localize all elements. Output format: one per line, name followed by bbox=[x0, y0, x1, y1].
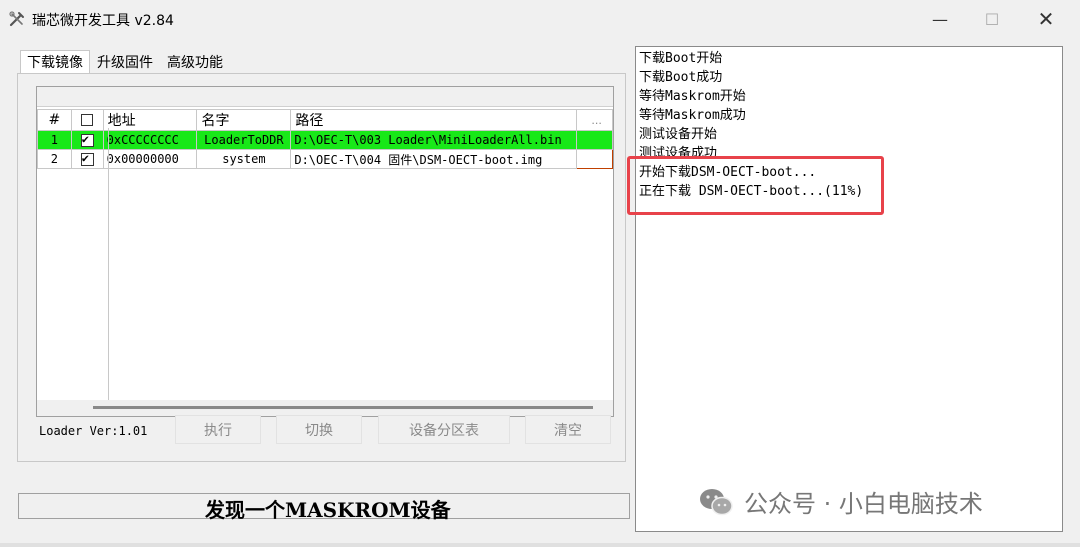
log-line: 测试设备开始 bbox=[639, 127, 718, 142]
execute-button[interactable]: 执行 bbox=[175, 415, 261, 444]
col-header-address[interactable]: 地址 bbox=[102, 109, 198, 131]
watermark-text: 公众号 · 小白电脑技术 bbox=[744, 490, 983, 518]
loader-version: Loader Ver:1.01 bbox=[39, 424, 148, 438]
tab-download-image[interactable]: 下载镜像 bbox=[20, 50, 90, 74]
row-address[interactable]: 0xCCCCCCCC bbox=[102, 130, 198, 150]
highlight-box bbox=[627, 156, 884, 215]
col-header-path[interactable]: 路径 bbox=[290, 109, 578, 131]
image-table: # 地址 名字 路径 ... 1 0xCCCCCCCC LoaderToDDR … bbox=[36, 86, 614, 417]
tools-icon bbox=[8, 10, 26, 28]
row-address[interactable]: 0x00000000 bbox=[102, 149, 198, 169]
col-header-num[interactable]: # bbox=[37, 109, 72, 131]
log-line: 下载Boot开始 bbox=[639, 51, 723, 66]
switch-button[interactable]: 切换 bbox=[276, 415, 362, 444]
tab-upgrade-firmware[interactable]: 升级固件 bbox=[90, 50, 160, 74]
partition-table-button[interactable]: 设备分区表 bbox=[378, 415, 510, 444]
row-num: 1 bbox=[37, 130, 72, 150]
row-checkbox[interactable] bbox=[80, 151, 94, 166]
device-status: 发现一个MASKROM设备 bbox=[205, 498, 451, 522]
col-header-check[interactable] bbox=[70, 109, 104, 131]
close-button[interactable]: ✕ bbox=[1024, 6, 1068, 32]
row-path[interactable]: D:\OEC-T\003 Loader\MiniLoaderAll.bin bbox=[290, 130, 578, 150]
tab-bar: 下载镜像 升级固件 高级功能 bbox=[20, 50, 230, 74]
window-title: 瑞芯微开发工具 v2.84 bbox=[32, 13, 174, 29]
log-line: 下载Boot成功 bbox=[639, 70, 723, 85]
select-all-checkbox[interactable] bbox=[81, 114, 94, 126]
log-line: 等待Maskrom开始 bbox=[639, 89, 746, 104]
title-bar: 瑞芯微开发工具 v2.84 — ☐ ✕ bbox=[0, 0, 1080, 38]
table-header-row: # 地址 名字 路径 ... bbox=[37, 109, 613, 131]
wechat-icon bbox=[698, 487, 734, 517]
row-checkbox[interactable] bbox=[80, 132, 94, 147]
col-header-more[interactable]: ... bbox=[576, 109, 613, 131]
row-browse-cell[interactable] bbox=[576, 149, 613, 169]
minimize-button[interactable]: — bbox=[918, 6, 962, 32]
watermark: 公众号 · 小白电脑技术 bbox=[698, 484, 983, 519]
col-header-name[interactable]: 名字 bbox=[196, 109, 292, 131]
table-row[interactable]: 2 0x00000000 system D:\OEC-T\004 固件\DSM-… bbox=[37, 149, 613, 169]
maximize-button[interactable]: ☐ bbox=[970, 6, 1014, 32]
clear-button[interactable]: 清空 bbox=[525, 415, 611, 444]
row-path[interactable]: D:\OEC-T\004 固件\DSM-OECT-boot.img bbox=[290, 149, 578, 169]
image-grid: # 地址 名字 路径 ... 1 0xCCCCCCCC LoaderToDDR … bbox=[37, 109, 613, 169]
table-row[interactable]: 1 0xCCCCCCCC LoaderToDDR D:\OEC-T\003 Lo… bbox=[37, 130, 613, 150]
row-num: 2 bbox=[37, 149, 72, 169]
row-browse-cell[interactable] bbox=[576, 130, 613, 150]
scrollbar-thumb[interactable] bbox=[93, 406, 593, 409]
tab-advanced[interactable]: 高级功能 bbox=[160, 50, 230, 74]
horizontal-scrollbar[interactable] bbox=[37, 400, 613, 416]
log-panel[interactable]: 下载Boot开始 下载Boot成功 等待Maskrom开始 等待Maskrom成… bbox=[635, 46, 1063, 532]
log-line: 等待Maskrom成功 bbox=[639, 108, 746, 123]
row-name[interactable]: system bbox=[196, 149, 292, 169]
row-name[interactable]: LoaderToDDR bbox=[196, 130, 292, 150]
